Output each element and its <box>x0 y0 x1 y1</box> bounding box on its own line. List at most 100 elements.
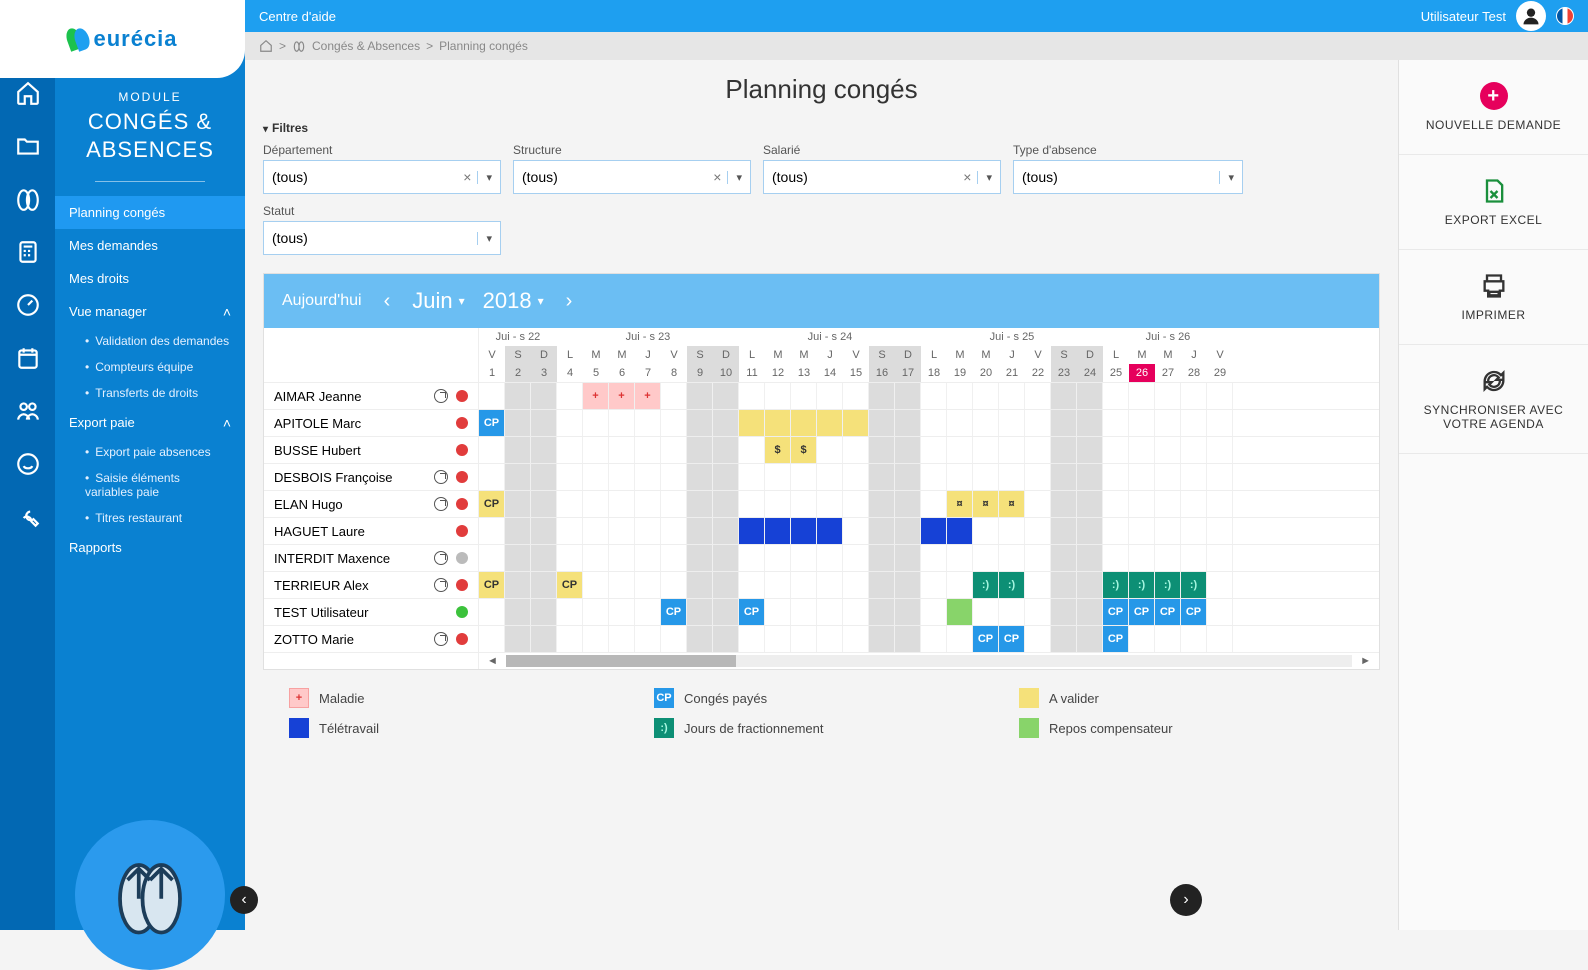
absence-tag[interactable] <box>739 518 764 544</box>
day-cell[interactable] <box>739 410 765 436</box>
day-cell[interactable] <box>1077 572 1103 598</box>
day-cell[interactable] <box>1129 383 1155 409</box>
day-cell[interactable] <box>1051 464 1077 490</box>
day-cell[interactable] <box>791 410 817 436</box>
day-cell[interactable] <box>687 464 713 490</box>
day-cell[interactable] <box>1155 410 1181 436</box>
calculator-icon[interactable] <box>15 239 41 270</box>
day-cell[interactable] <box>1025 410 1051 436</box>
day-cell[interactable] <box>999 545 1025 571</box>
nav-export-abs[interactable]: Export paie absences <box>55 439 245 465</box>
day-cell[interactable] <box>869 545 895 571</box>
day-cell[interactable] <box>739 545 765 571</box>
day-cell[interactable] <box>739 437 765 463</box>
day-cell[interactable] <box>505 545 531 571</box>
day-cell[interactable] <box>635 572 661 598</box>
day-cell[interactable] <box>1025 383 1051 409</box>
day-cell[interactable] <box>869 572 895 598</box>
absence-tag[interactable]: CP <box>1103 626 1128 652</box>
year-select[interactable]: 2018▾ <box>483 288 544 314</box>
day-cell[interactable] <box>531 626 557 652</box>
day-cell[interactable] <box>687 383 713 409</box>
absence-tag[interactable]: CP <box>557 572 582 598</box>
absence-tag[interactable]: :) <box>1181 572 1206 598</box>
day-cell[interactable] <box>687 491 713 517</box>
day-cell[interactable] <box>713 572 739 598</box>
day-cell[interactable] <box>479 626 505 652</box>
absence-tag[interactable] <box>791 410 816 436</box>
absence-tag[interactable]: ¤ <box>999 491 1024 517</box>
day-cell[interactable] <box>973 383 999 409</box>
day-cell[interactable] <box>739 626 765 652</box>
day-cell[interactable] <box>921 437 947 463</box>
clear-icon[interactable]: × <box>707 169 727 185</box>
absence-tag[interactable]: CP <box>739 599 764 625</box>
absence-tag[interactable] <box>817 518 842 544</box>
day-cell[interactable] <box>1181 383 1207 409</box>
day-cell[interactable]: :) <box>973 572 999 598</box>
day-cell[interactable] <box>1103 491 1129 517</box>
day-cell[interactable] <box>739 464 765 490</box>
day-cell[interactable] <box>531 383 557 409</box>
employee-name-cell[interactable]: BUSSE Hubert <box>264 437 479 463</box>
absence-tag[interactable]: + <box>609 383 634 409</box>
absence-tag[interactable]: $ <box>765 437 790 463</box>
absence-tag[interactable] <box>817 410 842 436</box>
nav-planning[interactable]: Planning congés <box>55 196 245 229</box>
day-cell[interactable] <box>479 599 505 625</box>
next-month-button[interactable]: › <box>562 290 577 313</box>
absence-tag[interactable] <box>843 410 868 436</box>
absence-tag[interactable] <box>791 518 816 544</box>
day-cell[interactable] <box>739 572 765 598</box>
day-cell[interactable] <box>869 383 895 409</box>
day-cell[interactable] <box>661 572 687 598</box>
day-cell[interactable]: CP <box>1103 599 1129 625</box>
day-cell[interactable] <box>791 599 817 625</box>
day-cell[interactable] <box>1207 545 1233 571</box>
day-cell[interactable] <box>973 599 999 625</box>
day-cell[interactable] <box>1181 464 1207 490</box>
day-cell[interactable] <box>999 464 1025 490</box>
absence-tag[interactable]: :) <box>1155 572 1180 598</box>
day-cell[interactable] <box>947 383 973 409</box>
day-cell[interactable] <box>1051 437 1077 463</box>
employee-name-cell[interactable]: HAGUET Laure <box>264 518 479 544</box>
day-cell[interactable]: + <box>583 383 609 409</box>
day-cell[interactable] <box>973 437 999 463</box>
day-cell[interactable] <box>765 383 791 409</box>
day-cell[interactable]: CP <box>1103 626 1129 652</box>
day-cell[interactable] <box>869 599 895 625</box>
day-cell[interactable]: :) <box>1155 572 1181 598</box>
day-cell[interactable] <box>1129 518 1155 544</box>
day-cell[interactable] <box>713 545 739 571</box>
day-cell[interactable] <box>765 518 791 544</box>
day-cell[interactable] <box>999 410 1025 436</box>
day-cell[interactable] <box>609 464 635 490</box>
day-cell[interactable] <box>1155 491 1181 517</box>
absence-tag[interactable] <box>739 410 764 436</box>
today-button[interactable]: Aujourd'hui <box>282 292 362 310</box>
day-cell[interactable]: CP <box>479 410 505 436</box>
day-cell[interactable] <box>895 383 921 409</box>
day-cell[interactable]: CP <box>999 626 1025 652</box>
day-cell[interactable] <box>817 410 843 436</box>
day-cell[interactable] <box>1129 545 1155 571</box>
day-cell[interactable] <box>921 410 947 436</box>
day-cell[interactable] <box>713 464 739 490</box>
day-cell[interactable] <box>609 518 635 544</box>
day-cell[interactable] <box>661 464 687 490</box>
day-cell[interactable] <box>1103 410 1129 436</box>
day-cell[interactable] <box>1103 545 1129 571</box>
horizontal-scrollbar[interactable]: ◄ ► <box>479 653 1379 669</box>
day-cell[interactable] <box>687 626 713 652</box>
day-cell[interactable] <box>921 383 947 409</box>
day-cell[interactable]: CP <box>479 491 505 517</box>
nav-export[interactable]: Export paie˄ <box>55 406 245 439</box>
smiley-icon[interactable] <box>15 451 41 482</box>
day-cell[interactable] <box>557 410 583 436</box>
day-cell[interactable] <box>505 626 531 652</box>
day-cell[interactable] <box>505 437 531 463</box>
day-cell[interactable] <box>843 545 869 571</box>
day-cell[interactable] <box>1025 599 1051 625</box>
day-cell[interactable]: :) <box>1103 572 1129 598</box>
